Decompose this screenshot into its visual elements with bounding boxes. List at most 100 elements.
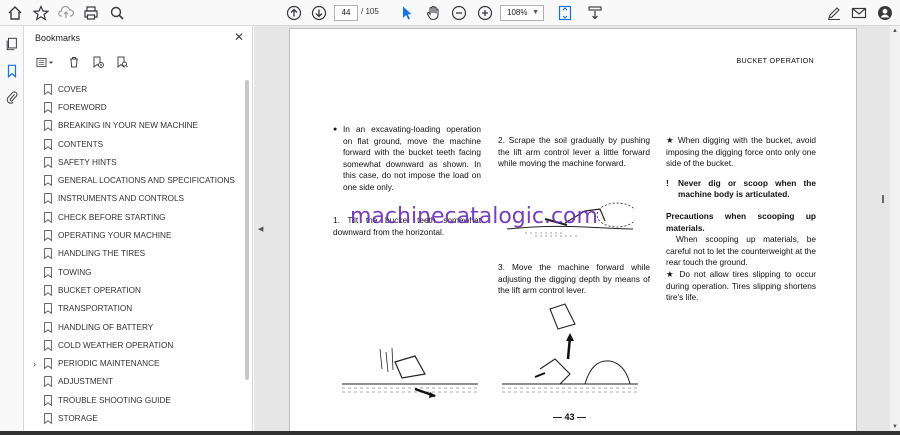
paragraph-tires: ★ Do not allow tires slipping to occur d…: [666, 268, 816, 303]
account-icon[interactable]: [876, 4, 894, 22]
zoom-in-icon[interactable]: [476, 4, 494, 22]
bookmarks-toolbar: [35, 54, 129, 70]
collapse-panel-icon[interactable]: ◀: [258, 225, 263, 233]
bookmark-label: INSTRUMENTS AND CONTROLS: [58, 194, 185, 204]
scroll-thumb[interactable]: [882, 195, 884, 203]
page-header: BUCKET OPERATION: [736, 56, 814, 65]
bookmark-item[interactable]: COLD WEATHER OPERATION: [25, 336, 247, 354]
illustration-digging-depth: [502, 303, 638, 393]
bookmark-item[interactable]: STORAGE: [25, 409, 247, 427]
right-scrollbar[interactable]: ▲ ▼: [890, 26, 900, 435]
bookmark-item[interactable]: TRANSPORTATION: [25, 300, 247, 318]
search-icon[interactable]: [108, 4, 126, 22]
zoom-select[interactable]: 108% ▼: [500, 5, 544, 21]
page-number-label: — 43 —: [553, 412, 587, 422]
close-icon[interactable]: ✕: [234, 30, 244, 44]
bookmark-icon: [44, 394, 52, 406]
bookmark-item[interactable]: OPERATING YOUR MACHINE: [25, 226, 247, 244]
bookmark-icon: [44, 156, 52, 168]
bookmark-item[interactable]: SAFETY HINTS: [25, 153, 247, 171]
bookmark-item[interactable]: › PERIODIC MAINTENANCE: [25, 354, 247, 372]
bookmark-label: TROUBLE SHOOTING GUIDE: [58, 395, 171, 405]
bookmark-label: OPERATING YOUR MACHINE: [58, 231, 172, 241]
illustration-bucket-tilt: [342, 347, 478, 398]
paragraph-excavating: In an excavating-loading operation on fl…: [333, 124, 481, 194]
cursor-icon[interactable]: [398, 4, 416, 22]
section-heading-precautions: Precautions when scooping up materials.: [666, 210, 816, 233]
paragraph-bucket-note: ★ When digging with the bucket, avoid im…: [666, 135, 816, 169]
bookmark-item[interactable]: FOREWORD: [25, 98, 247, 116]
bookmarks-panel: Bookmarks ✕ COVER FOREWORD BREAKING IN YOU…: [25, 26, 253, 435]
scroll-mode-icon[interactable]: [586, 4, 604, 22]
watermark-text: machinecatalogic.com: [350, 204, 598, 229]
zoom-value: 108%: [507, 8, 528, 17]
bookmark-label: TRANSPORTATION: [58, 304, 133, 314]
bookmark-item[interactable]: BUCKET OPERATION: [25, 281, 247, 299]
bookmark-label: CHECK BEFORE STARTING: [58, 212, 166, 222]
attachments-icon[interactable]: [4, 89, 20, 105]
print-icon[interactable]: [82, 4, 100, 22]
document-viewport: BUCKET OPERATION In an excavating-loadin…: [254, 26, 900, 435]
zoom-out-icon[interactable]: [450, 4, 468, 22]
page-number-input[interactable]: 44: [334, 5, 358, 21]
bookmark-item[interactable]: BREAKING IN YOUR NEW MACHINE: [25, 117, 247, 135]
options-menu-icon[interactable]: [35, 55, 57, 69]
bookmark-icon: [44, 413, 52, 424]
bookmark-item[interactable]: TROUBLE SHOOTING GUIDE: [25, 391, 247, 409]
home-icon[interactable]: [6, 4, 24, 22]
scroll-up-icon[interactable]: ▲: [892, 28, 898, 34]
bookmark-label: BUCKET OPERATION: [58, 285, 141, 295]
star-icon[interactable]: [32, 4, 50, 22]
column-middle-step: 3. Move the machine forward while adjust…: [498, 262, 650, 297]
bookmark-label: COVER: [58, 84, 88, 94]
sign-icon[interactable]: [825, 4, 843, 22]
bookmark-label: HANDLING OF BATTERY: [58, 322, 154, 332]
scroll-down-icon[interactable]: ▼: [892, 424, 898, 430]
bookmark-icon: [44, 175, 52, 187]
mail-icon[interactable]: [850, 4, 868, 22]
hand-icon[interactable]: [424, 4, 442, 22]
page-total-label: / 105: [361, 7, 379, 16]
column-right: ★ When digging with the bucket, avoid im…: [666, 135, 816, 304]
chevron-right-icon[interactable]: ›: [33, 359, 36, 369]
bookmark-item[interactable]: GENERAL LOCATIONS AND SPECIFICATIONS: [25, 171, 247, 189]
prev-page-icon[interactable]: [285, 4, 303, 22]
pdf-page: BUCKET OPERATION In an excavating-loadin…: [289, 28, 857, 435]
bookmark-item[interactable]: COVER: [25, 80, 247, 98]
fit-page-icon[interactable]: [556, 4, 574, 22]
upload-icon[interactable]: [57, 4, 75, 22]
bookmark-item[interactable]: CHECK BEFORE STARTING: [25, 208, 247, 226]
new-bookmark-icon[interactable]: [91, 55, 105, 69]
bookmark-item[interactable]: CONTENTS: [25, 135, 247, 153]
page-thumbnails-icon[interactable]: [4, 36, 20, 52]
paragraph-step-2: 2. Scrape the soil gradually by pushing …: [498, 135, 650, 169]
paragraph-counterweight: When scooping up materials, be careful n…: [666, 234, 816, 268]
bookmark-item[interactable]: TOWING: [25, 263, 247, 281]
bookmark-icon: [44, 285, 52, 296]
paragraph-step-3: 3. Move the machine forward while adjust…: [498, 262, 650, 296]
bookmark-icon: [44, 376, 52, 388]
bookmark-icon: [44, 193, 52, 205]
bookmark-icon: [44, 211, 52, 223]
next-page-icon[interactable]: [310, 4, 328, 22]
bookmark-item[interactable]: INSTRUMENTS AND CONTROLS: [25, 190, 247, 208]
column-middle: 2. Scrape the soil gradually by pushing …: [498, 135, 650, 170]
bookmark-label: COLD WEATHER OPERATION: [58, 340, 174, 350]
bookmarks-title: Bookmarks: [35, 33, 81, 43]
bookmarks-icon[interactable]: [4, 63, 20, 79]
bookmark-item[interactable]: HANDLING THE TIRES: [25, 245, 247, 263]
bookmark-icon: [44, 120, 52, 132]
bookmark-label: SAFETY HINTS: [58, 157, 117, 167]
bookmark-item[interactable]: HANDLING OF BATTERY: [25, 318, 247, 336]
warning-icon: !: [666, 177, 669, 188]
bookmark-icon: [44, 248, 52, 260]
delete-icon[interactable]: [67, 55, 81, 69]
bookmark-label: ADJUSTMENT: [58, 377, 114, 387]
bookmark-list: COVER FOREWORD BREAKING IN YOUR NEW MACHIN…: [25, 80, 247, 428]
warning-text: Never dig or scoop when the machine body…: [678, 177, 816, 200]
find-bookmark-icon[interactable]: [115, 55, 129, 69]
warning-articulated: ! Never dig or scoop when the machine bo…: [666, 178, 816, 201]
bookmarks-scrollbar[interactable]: [245, 80, 249, 380]
bookmark-item[interactable]: ADJUSTMENT: [25, 373, 247, 391]
column-left: In an excavating-loading operation on fl…: [333, 124, 481, 194]
